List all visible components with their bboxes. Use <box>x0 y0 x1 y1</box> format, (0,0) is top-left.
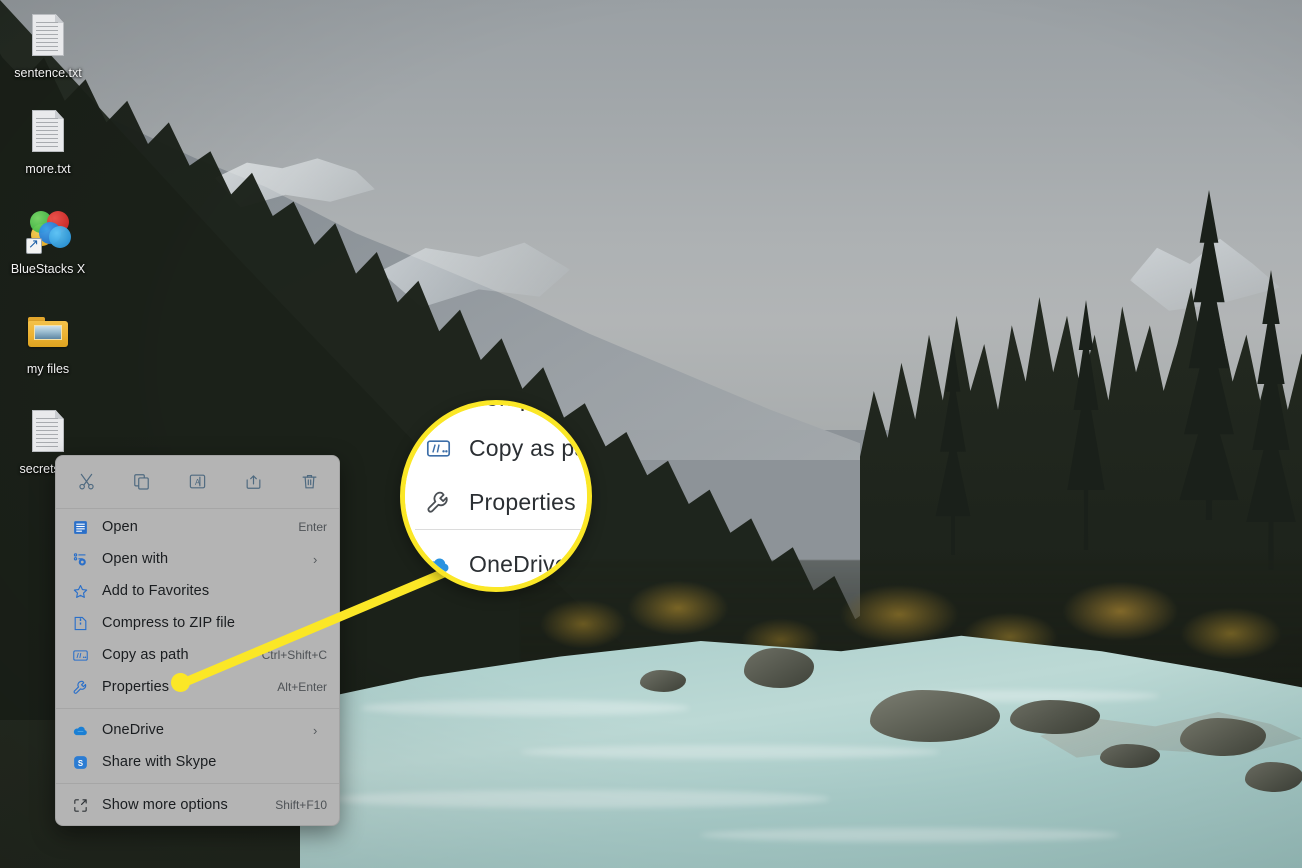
menu-item-label: Copy as path <box>102 647 189 663</box>
wallpaper-water-streak <box>700 828 1120 842</box>
desktop-icon-label: sentence.txt <box>14 66 82 80</box>
menu-item-accelerator: Ctrl+Shift+C <box>261 648 327 662</box>
menu-item-open-with[interactable]: Open with › <box>56 543 339 575</box>
menu-separator <box>56 783 339 784</box>
context-menu-toolbar: A <box>56 460 339 506</box>
chevron-right-icon: › <box>313 551 318 567</box>
folder-icon <box>24 308 72 356</box>
wrench-icon <box>423 487 453 517</box>
shortcut-arrow-icon <box>26 236 42 254</box>
rename-button[interactable]: A <box>182 466 214 496</box>
menu-item-compress-to-zip[interactable]: Compress to ZIP file <box>56 607 339 639</box>
show-more-icon <box>70 795 90 815</box>
onedrive-icon <box>70 720 90 740</box>
wallpaper-rock <box>1180 718 1266 756</box>
text-file-icon <box>24 408 72 456</box>
menu-item-label: Share with Skype <box>102 754 217 770</box>
callout-anchor-dot <box>171 673 190 692</box>
magnifier-callout: Comp Copy as path <box>400 400 592 592</box>
desktop-icon-grid: sentence.txt more.txt ↗ BlueStacks X my … <box>0 8 96 498</box>
wallpaper-rock <box>744 648 814 688</box>
text-file-icon <box>24 108 72 156</box>
magnifier-row-label: Copy as path <box>469 434 588 461</box>
copy-as-path-icon <box>70 645 90 665</box>
bluestacks-icon <box>24 208 72 256</box>
menu-item-label: Open with <box>102 551 169 567</box>
wallpaper-rock <box>640 670 686 692</box>
menu-item-share-with-skype[interactable]: S Share with Skype <box>56 746 339 778</box>
copy-button[interactable] <box>126 466 158 496</box>
wallpaper-water-streak <box>330 790 830 808</box>
menu-item-label: OneDrive <box>102 722 165 738</box>
menu-separator <box>56 708 339 709</box>
magnifier-row-copy-as-path[interactable]: Copy as path <box>405 423 588 473</box>
cut-button[interactable] <box>70 466 102 496</box>
open-icon <box>70 517 90 537</box>
magnifier-row-onedrive[interactable]: OneDrive <box>405 539 587 587</box>
menu-item-label: Open <box>102 519 138 535</box>
desktop-screen: sentence.txt more.txt ↗ BlueStacks X my … <box>0 0 1302 868</box>
menu-item-label: Compress to ZIP file <box>102 615 236 631</box>
wallpaper-rock <box>1100 744 1160 768</box>
copy-as-path-icon <box>423 433 453 463</box>
magnifier-row-properties[interactable]: Properties <box>405 477 587 527</box>
desktop-context-menu: A Open Enter Open with › Add to Favorite… <box>55 455 340 826</box>
desktop-icon-bluestacks-x[interactable]: BlueStacks X <box>0 204 96 278</box>
desktop-icon-more-txt[interactable]: more.txt <box>0 104 96 178</box>
menu-item-label: Show more options <box>102 797 228 813</box>
magnifier-content: Comp Copy as path <box>405 405 588 587</box>
menu-item-label: Add to Favorites <box>102 583 210 599</box>
onedrive-icon <box>423 549 453 579</box>
zip-icon <box>70 613 90 633</box>
menu-item-accelerator: Shift+F10 <box>275 798 327 812</box>
magnifier-separator <box>415 529 587 530</box>
wallpaper-rock <box>1010 700 1100 734</box>
magnifier-row-label: Properties <box>469 488 576 515</box>
open-with-icon <box>70 549 90 569</box>
delete-button[interactable] <box>293 466 325 496</box>
wallpaper-water-streak <box>520 745 940 759</box>
wrench-icon <box>70 677 90 697</box>
menu-item-copy-as-path[interactable]: Copy as path Ctrl+Shift+C <box>56 639 339 671</box>
chevron-right-icon: › <box>313 722 318 738</box>
menu-item-accelerator: Enter <box>298 520 327 534</box>
menu-item-show-more-options[interactable]: Show more options Shift+F10 <box>56 789 339 821</box>
desktop-icon-my-files[interactable]: my files <box>0 304 96 378</box>
desktop-icon-label: BlueStacks X <box>10 262 86 276</box>
desktop-icon-label: more.txt <box>25 162 71 176</box>
menu-item-onedrive[interactable]: OneDrive › <box>56 714 339 746</box>
magnifier-row-label: OneDrive <box>469 550 568 577</box>
wallpaper-rock <box>1245 762 1302 792</box>
desktop-icon-label: my files <box>26 362 70 376</box>
text-file-icon <box>24 12 72 60</box>
menu-item-accelerator: Alt+Enter <box>277 680 327 694</box>
menu-item-open[interactable]: Open Enter <box>56 511 339 543</box>
star-icon <box>70 581 90 601</box>
menu-separator <box>56 508 339 509</box>
menu-item-properties[interactable]: Properties Alt+Enter <box>56 671 339 703</box>
share-button[interactable] <box>237 466 269 496</box>
svg-text:S: S <box>77 758 82 767</box>
wallpaper-water-streak <box>360 700 690 716</box>
desktop-icon-sentence-txt[interactable]: sentence.txt <box>0 8 96 82</box>
menu-item-add-to-favorites[interactable]: Add to Favorites <box>56 575 339 607</box>
skype-icon: S <box>70 752 90 772</box>
